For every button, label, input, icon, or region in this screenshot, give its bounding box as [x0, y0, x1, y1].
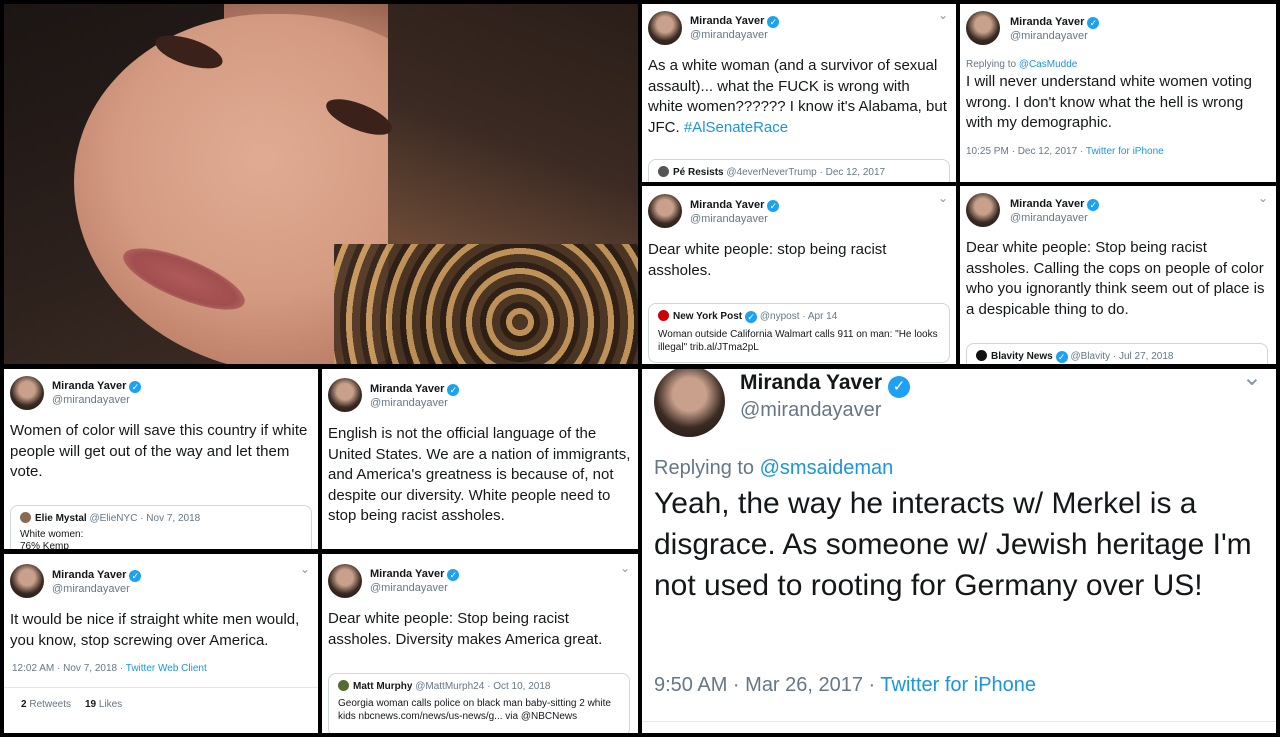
author-name[interactable]: Miranda Yaver ✓: [1010, 16, 1100, 29]
quote-avatar: [338, 680, 349, 691]
verified-icon: ✓: [447, 569, 460, 581]
tweet-text: Dear white people: Stop being racist ass…: [966, 239, 1265, 318]
tweet-text: As a white woman (and a survivor of sexu…: [648, 57, 947, 136]
chevron-down-icon[interactable]: ⌄: [300, 562, 310, 576]
avatar[interactable]: [654, 369, 725, 437]
tweet-timestamp: 9:50 AM · Mar 26, 2017 · Twitter for iPh…: [654, 674, 1037, 696]
avatar[interactable]: [648, 11, 682, 45]
verified-icon: ✓: [767, 16, 780, 28]
verified-icon: ✓: [767, 200, 780, 212]
tweet-card-7[interactable]: Miranda Yaver ✓ @mirandayaver ⌄ Replying …: [642, 369, 1276, 733]
divider: [642, 721, 1276, 722]
verified-icon: ✓: [745, 311, 758, 323]
avatar[interactable]: [966, 193, 1000, 227]
client-link[interactable]: Twitter for iPhone: [1086, 146, 1164, 157]
chevron-down-icon[interactable]: ⌄: [938, 191, 948, 205]
chevron-down-icon[interactable]: ⌄: [1258, 191, 1268, 205]
author-handle[interactable]: @mirandayaver: [740, 399, 881, 422]
tweet-card-6[interactable]: Miranda Yaver ✓ @mirandayaver English is …: [322, 369, 638, 549]
profile-photo: [4, 4, 638, 364]
reply-to-link[interactable]: @CasMudde: [1019, 59, 1078, 70]
client-link[interactable]: Twitter Web Client: [126, 663, 207, 674]
author-handle[interactable]: @mirandayaver: [52, 394, 130, 406]
quote-text-2: 76% Kemp: [20, 541, 69, 549]
quote-text: Woman outside California Walmart calls 9…: [658, 329, 938, 353]
verified-icon: ✓: [888, 376, 911, 398]
author-handle[interactable]: @mirandayaver: [1010, 212, 1088, 224]
replying-to: Replying to @CasMudde: [966, 59, 1078, 70]
avatar[interactable]: [328, 564, 362, 598]
verified-icon: ✓: [1087, 17, 1100, 29]
quoted-tweet[interactable]: Blavity News ✓ @Blavity · Jul 27, 2018: [966, 343, 1268, 364]
author-name[interactable]: Miranda Yaver ✓: [690, 15, 780, 28]
replying-to: Replying to @smsaideman: [654, 457, 894, 479]
chevron-down-icon[interactable]: ⌄: [938, 8, 948, 22]
avatar[interactable]: [648, 194, 682, 228]
author-handle[interactable]: @mirandayaver: [370, 582, 448, 594]
author-name[interactable]: Miranda Yaver ✓: [370, 568, 460, 581]
tweet-text: Yeah, the way he interacts w/ Merkel is …: [654, 487, 1252, 602]
avatar[interactable]: [10, 564, 44, 598]
author-handle[interactable]: @mirandayaver: [52, 583, 130, 595]
tweet-text: I will never understand white women voti…: [966, 73, 1252, 131]
quoted-tweet[interactable]: Elie Mystal @ElieNYC · Nov 7, 2018 White…: [10, 505, 312, 549]
tweet-text: English is not the official language of …: [328, 425, 631, 524]
engagement-stats: 2 Retweets 19 Likes: [21, 699, 122, 710]
verified-icon: ✓: [1055, 351, 1068, 363]
tweet-timestamp: 10:25 PM · Dec 12, 2017 · Twitter for iP…: [966, 146, 1164, 157]
divider: [4, 687, 318, 688]
tweet-text: Women of color will save this country if…: [10, 422, 308, 480]
verified-icon: ✓: [447, 384, 460, 396]
photo-cat: [334, 244, 638, 364]
avatar[interactable]: [10, 376, 44, 410]
author-name[interactable]: Miranda Yaver ✓: [52, 569, 142, 582]
tweet-text: It would be nice if straight white men w…: [10, 611, 300, 649]
author-handle[interactable]: @mirandayaver: [370, 397, 448, 409]
avatar[interactable]: [328, 378, 362, 412]
quoted-tweet[interactable]: New York Post ✓ @nypost · Apr 14 Woman ou…: [648, 303, 950, 363]
blavity-icon: [976, 350, 987, 361]
tweet-timestamp: 12:02 AM · Nov 7, 2018 · Twitter Web Cli…: [12, 663, 207, 674]
author-name[interactable]: Miranda Yaver ✓: [1010, 198, 1100, 211]
reply-to-link[interactable]: @smsaideman: [760, 457, 894, 479]
client-link[interactable]: Twitter for iPhone: [880, 674, 1036, 696]
quote-avatar: [658, 166, 669, 177]
tweet-card-5[interactable]: Miranda Yaver ✓ @mirandayaver Women of co…: [4, 369, 318, 549]
quote-avatar: [20, 512, 31, 523]
tweet-text: Dear white people: stop being racist ass…: [648, 241, 887, 279]
author-name[interactable]: Miranda Yaver ✓: [690, 199, 780, 212]
avatar[interactable]: [966, 11, 1000, 45]
quote-text: Georgia woman calls police on black man …: [338, 698, 611, 722]
author-handle[interactable]: @mirandayaver: [690, 29, 768, 41]
verified-icon: ✓: [129, 381, 142, 393]
tweet-card-2[interactable]: Miranda Yaver ✓ @mirandayaver Replying to…: [960, 4, 1276, 182]
chevron-down-icon[interactable]: ⌄: [1242, 369, 1262, 392]
author-name[interactable]: Miranda Yaver ✓: [52, 380, 142, 393]
tweet-text: Dear white people: Stop being racist ass…: [328, 610, 603, 648]
verified-icon: ✓: [1087, 199, 1100, 211]
chevron-down-icon[interactable]: ⌄: [620, 561, 630, 575]
author-name[interactable]: Miranda Yaver ✓: [370, 383, 460, 396]
quote-text: White women:: [20, 529, 84, 540]
tweet-card-8[interactable]: Miranda Yaver ✓ @mirandayaver ⌄ It would …: [4, 554, 318, 733]
author-handle[interactable]: @mirandayaver: [1010, 30, 1088, 42]
quoted-tweet[interactable]: Matt Murphy @MattMurph24 · Oct 10, 2018 …: [328, 673, 630, 733]
tweet-card-9[interactable]: Miranda Yaver ✓ @mirandayaver ⌄ Dear whit…: [322, 554, 638, 733]
tweet-card-4[interactable]: Miranda Yaver ✓ @mirandayaver ⌄ Dear whit…: [960, 186, 1276, 364]
hashtag-link[interactable]: #AlSenateRace: [684, 119, 788, 136]
verified-icon: ✓: [129, 570, 142, 582]
author-name[interactable]: Miranda Yaver ✓: [740, 371, 911, 398]
author-handle[interactable]: @mirandayaver: [690, 213, 768, 225]
likes-count[interactable]: 19 Likes: [85, 699, 122, 710]
quoted-tweet[interactable]: Pé Resists @4everNeverTrump · Dec 12, 20…: [648, 159, 950, 182]
retweets-count[interactable]: 2 Retweets: [21, 699, 71, 710]
tweet-card-3[interactable]: Miranda Yaver ✓ @mirandayaver ⌄ Dear whit…: [642, 186, 956, 364]
nypost-icon: [658, 310, 669, 321]
tweet-card-1[interactable]: Miranda Yaver ✓ @mirandayaver ⌄ As a whit…: [642, 4, 956, 182]
